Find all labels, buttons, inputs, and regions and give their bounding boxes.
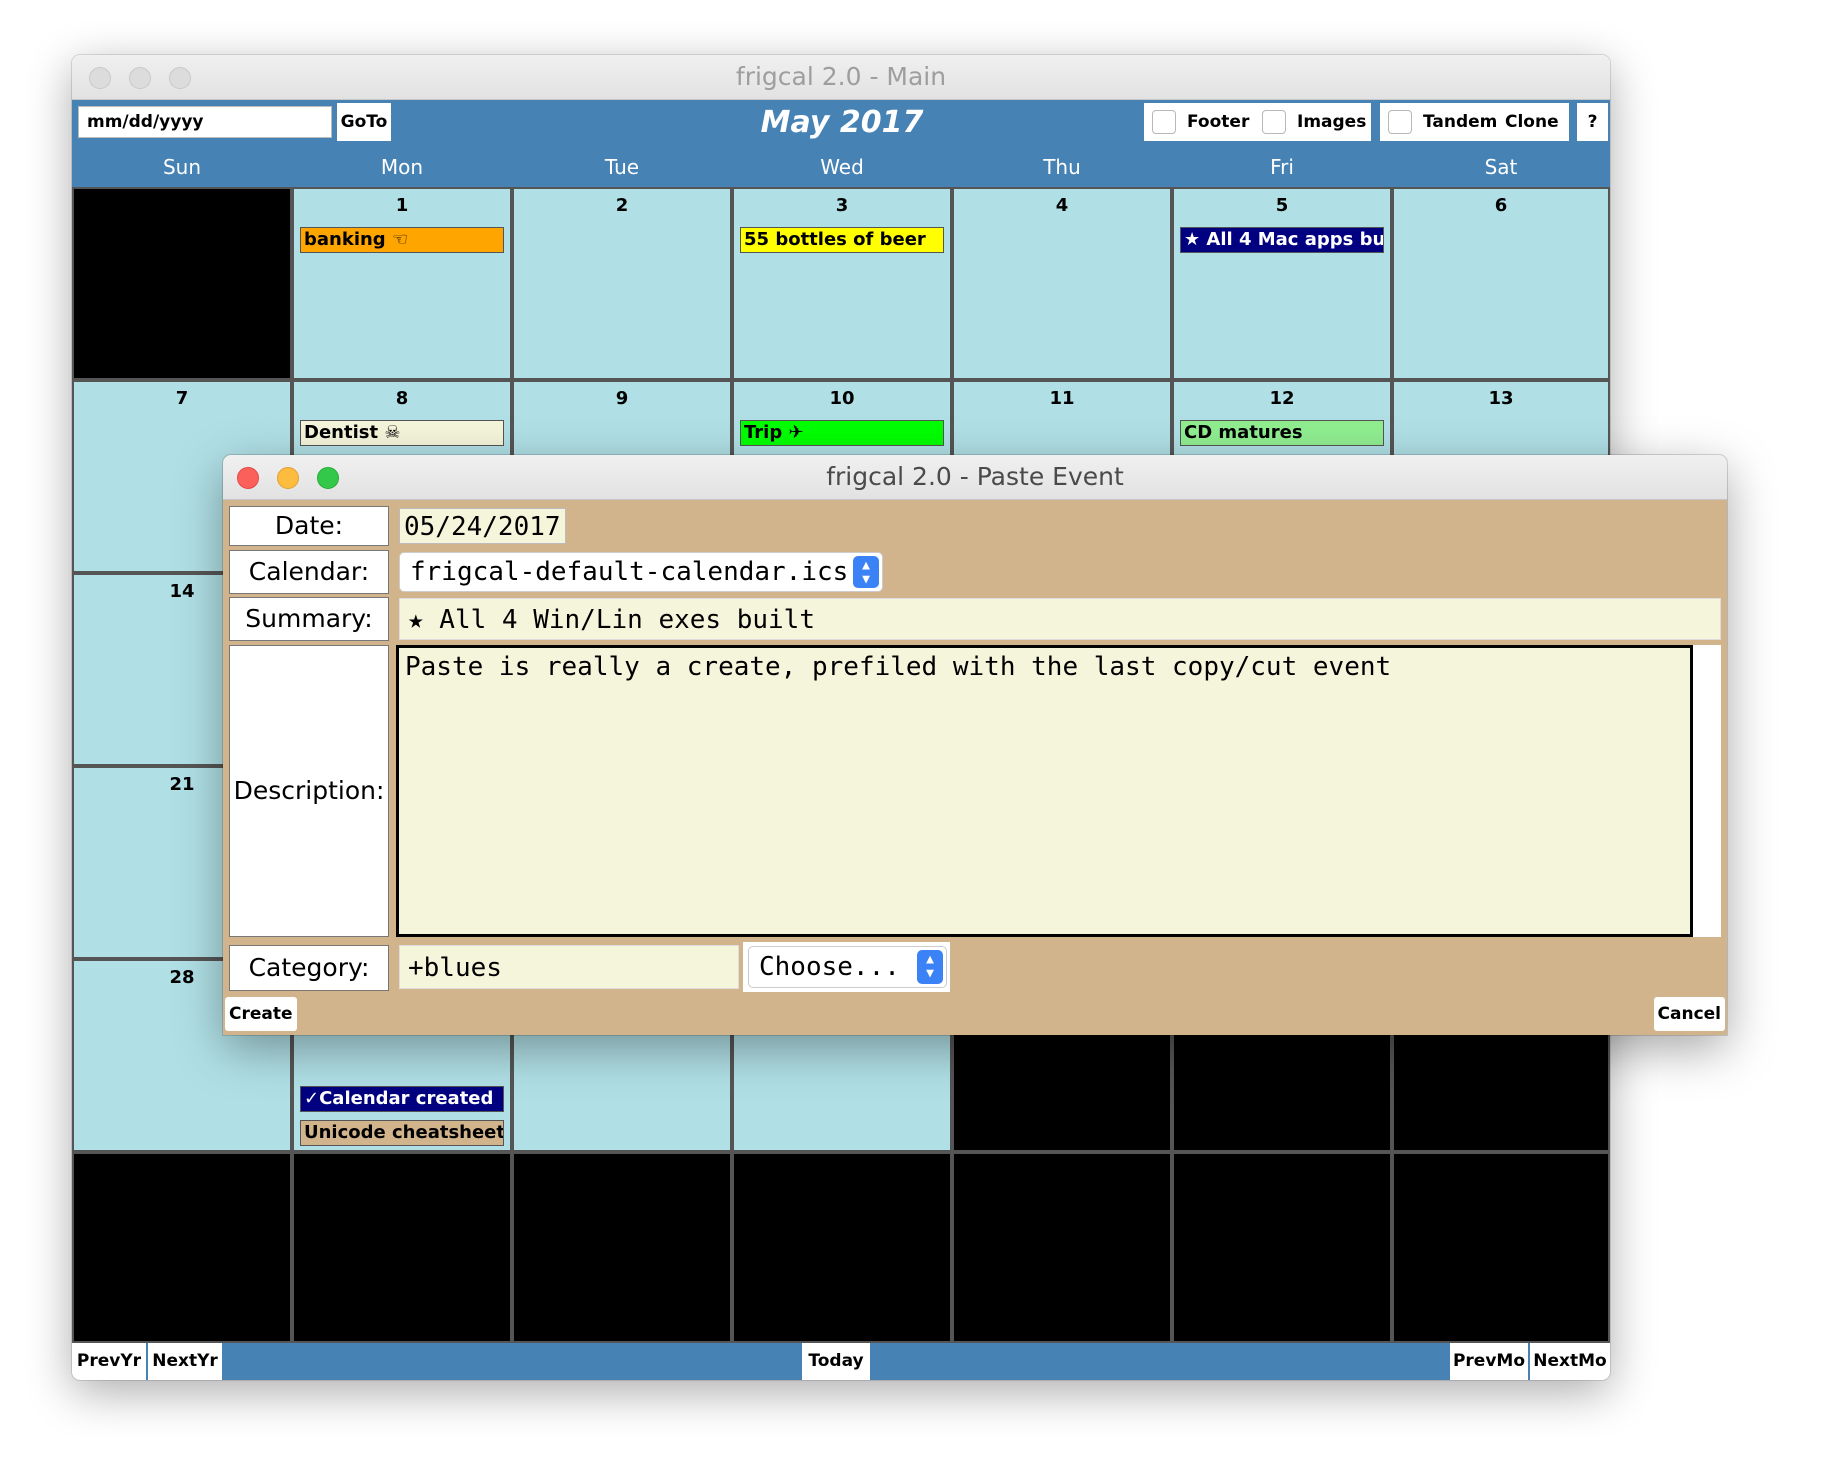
day-cell-2[interactable]: 2 [512,187,732,380]
calendar-select[interactable]: frigcal-default-calendar.ics ▲ ▼ [399,552,883,592]
clone-button[interactable]: Clone [1505,103,1559,141]
description-scrollbar[interactable] [1693,645,1721,937]
day-number: 9 [615,388,629,409]
event-calendar-created[interactable]: ✓Calendar created [300,1086,504,1112]
dialog-titlebar[interactable]: frigcal 2.0 - Paste Event [223,455,1727,500]
weekday-thu: Thu [952,147,1172,187]
tandem-label: Tandem [1423,112,1498,132]
create-button[interactable]: Create [225,997,297,1031]
date-label: Date: [229,506,389,546]
day-number: 10 [829,388,855,409]
category-choose-select[interactable]: Choose... ▲ ▼ [748,946,947,988]
month-title: May 2017 [760,105,924,140]
weekday-mon: Mon [292,147,512,187]
event-unicode-cheatsheet[interactable]: Unicode cheatsheet [300,1120,504,1146]
goto-button[interactable]: GoTo [337,103,391,141]
day-number: 5 [1275,195,1289,216]
calendar-label: Calendar: [229,550,389,594]
tandem-checkbox[interactable] [1388,110,1412,134]
bottom-navbar: PrevYr NextYr Today PrevMo NextMo [72,1343,1610,1380]
day-number: 4 [1055,195,1069,216]
day-cell-6[interactable]: 6 [1392,187,1610,380]
weekday-tue: Tue [512,147,732,187]
calendar-select-value: frigcal-default-calendar.ics [410,557,849,587]
day-number: 6 [1494,195,1508,216]
event-cd-matures[interactable]: CD matures [1180,420,1384,446]
summary-field[interactable]: ★ All 4 Win/Lin exes built [399,598,1721,640]
help-button[interactable]: ? [1577,103,1608,141]
day-number: 11 [1049,388,1075,409]
day-cell-empty [732,1152,952,1343]
description-label: Description: [229,645,389,937]
category-choose-value: Choose... [759,952,900,982]
weekday-wed: Wed [732,147,952,187]
event-55-bottles[interactable]: 55 bottles of beer [740,227,944,253]
footer-checkbox[interactable] [1152,110,1176,134]
day-cell-empty [952,1152,1172,1343]
prev-month-button[interactable]: PrevMo [1450,1343,1528,1380]
day-cell-empty [292,1152,512,1343]
images-checkbox[interactable] [1262,110,1286,134]
images-label: Images [1297,112,1367,132]
weekday-sat: Sat [1392,147,1610,187]
day-cell-empty [512,1152,732,1343]
day-number: 12 [1269,388,1295,409]
updown-chevron-icon: ▲ ▼ [917,950,943,984]
day-cell-empty [72,187,292,380]
cancel-button[interactable]: Cancel [1653,997,1725,1031]
event-banking[interactable]: banking ☜ [300,227,504,253]
next-month-button[interactable]: NextMo [1530,1343,1610,1380]
footer-label: Footer [1187,112,1250,132]
event-mac-apps[interactable]: ★ All 4 Mac apps built [1180,227,1384,253]
next-year-button[interactable]: NextYr [148,1343,222,1380]
date-field[interactable]: 05/24/2017 [399,508,566,544]
day-cell-empty [72,1152,292,1343]
category-label: Category: [229,945,389,991]
footer-images-group: Footer Images [1144,103,1371,141]
day-number: 3 [835,195,849,216]
updown-chevron-icon: ▲ ▼ [853,556,879,588]
day-number: 8 [395,388,409,409]
day-cell-5[interactable]: 5 ★ All 4 Mac apps built [1172,187,1392,380]
weekday-fri: Fri [1172,147,1392,187]
day-cell-4[interactable]: 4 [952,187,1172,380]
window-title: frigcal 2.0 - Main [735,62,947,91]
dialog-title: frigcal 2.0 - Paste Event [826,462,1124,491]
today-button[interactable]: Today [802,1343,870,1380]
event-dentist[interactable]: Dentist ☠ [300,420,504,446]
prev-year-button[interactable]: PrevYr [72,1343,146,1380]
paste-event-dialog: frigcal 2.0 - Paste Event Date: 05/24/20… [223,455,1727,1035]
goto-date-input[interactable] [78,106,332,138]
day-cell-3[interactable]: 3 55 bottles of beer [732,187,952,380]
category-field[interactable]: +blues [399,945,739,989]
day-number: 13 [1488,388,1514,409]
day-cell-empty [1172,1152,1392,1343]
day-number: 1 [395,195,409,216]
weekday-sun: Sun [72,147,292,187]
day-cell-1[interactable]: 1 banking ☜ [292,187,512,380]
top-toolbar: GoTo May 2017 Footer Images Tandem Clone… [72,100,1610,145]
summary-label: Summary: [229,597,389,641]
main-titlebar[interactable]: frigcal 2.0 - Main [72,55,1610,100]
tandem-clone-group: Tandem Clone [1380,103,1569,141]
day-number: 7 [175,388,189,409]
day-number: 2 [615,195,629,216]
description-textarea[interactable]: Paste is really a create, prefiled with … [396,645,1693,937]
event-trip[interactable]: Trip ✈ [740,420,944,446]
day-cell-empty [1392,1152,1610,1343]
